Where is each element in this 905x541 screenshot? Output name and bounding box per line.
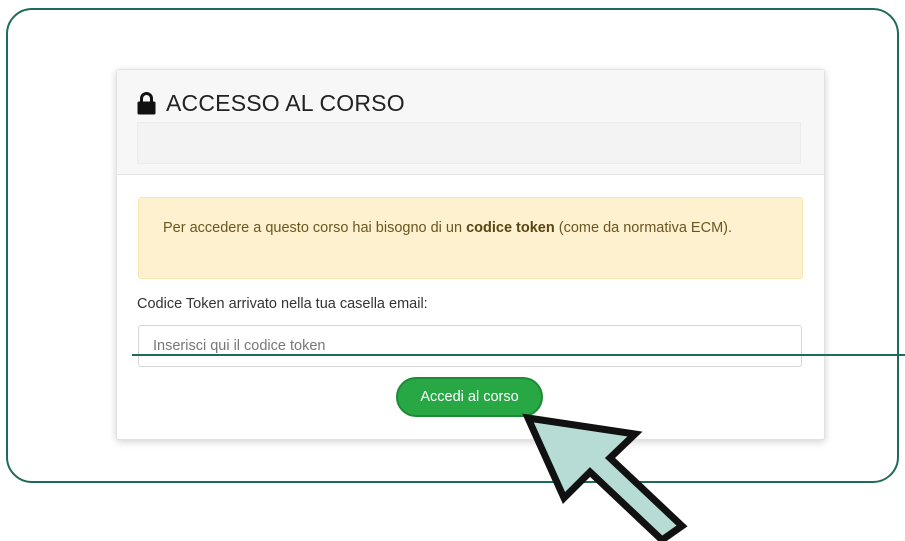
alert-text-start: Per accedere a questo corso hai bisogno … (163, 220, 467, 236)
access-course-button[interactable]: Accedi al corso (396, 377, 543, 417)
lock-icon (137, 92, 156, 115)
callout-line (132, 354, 905, 356)
card-header: ACCESSO AL CORSO (117, 70, 824, 175)
token-alert: Per accedere a questo corso hai bisogno … (138, 197, 803, 279)
card-title-text: ACCESSO AL CORSO (166, 90, 405, 116)
alert-text-bold: codice token (466, 220, 555, 236)
page-title: ACCESSO AL CORSO (137, 90, 405, 117)
alert-text-end: (come da normativa ECM). (554, 220, 733, 236)
header-strip (137, 122, 801, 164)
token-field-label: Codice Token arrivato nella tua casella … (137, 296, 428, 312)
token-input[interactable] (138, 325, 802, 367)
course-access-card: ACCESSO AL CORSO Per accedere a questo c… (116, 69, 825, 440)
pointer-arrow-icon (522, 413, 688, 541)
